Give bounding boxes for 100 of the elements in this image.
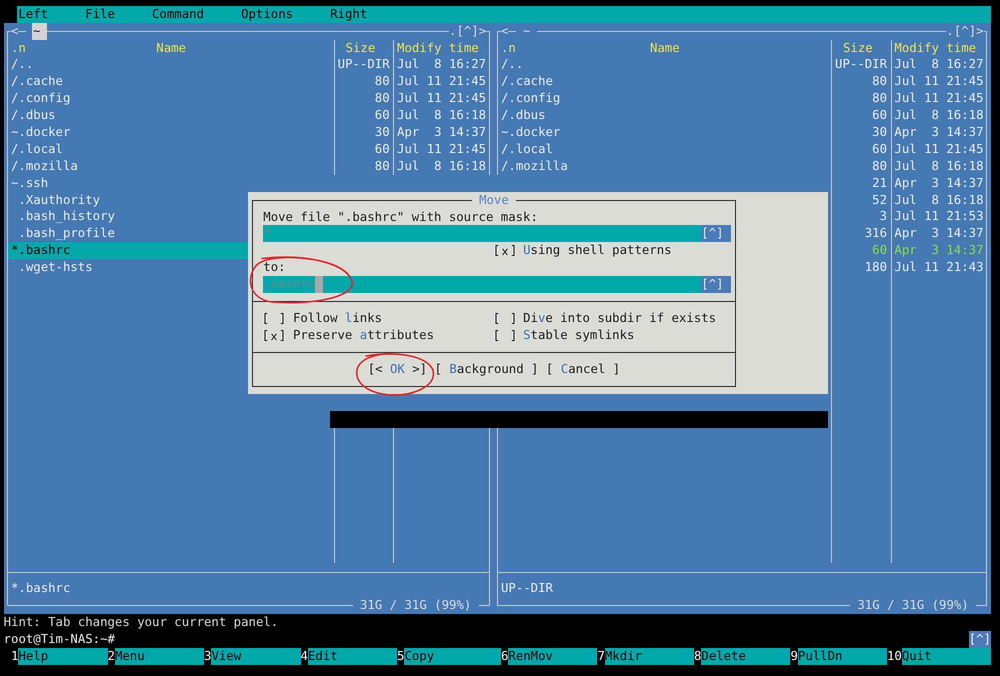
file-size: 80 [374,73,391,90]
file-size: 21 [871,174,888,192]
checkbox-option[interactable]: Using shell patterns [493,242,672,260]
field-label: Move file ".bashrc" with source mask: [263,208,538,226]
file-size: 52 [871,192,888,208]
menu-item[interactable]: Right [330,6,368,23]
file-name[interactable]: *.bashrc [8,242,248,260]
modify-time: Jul 8 16:18 [893,158,984,175]
modify-time: Jul 8 16:18 [893,192,984,208]
file-size: 60 [871,140,888,158]
menu-item[interactable]: Command [152,6,204,23]
checkbox-option[interactable]: Dive into subdir if exists [493,310,716,327]
modify-time: Jul 8 16:18 [893,107,984,124]
column-header[interactable]: Name [156,40,186,56]
file-name[interactable]: /.local [11,140,63,158]
dialog-title: Move [479,192,509,207]
modify-time: Apr 3 14:37 [396,124,488,141]
checkbox-icon[interactable] [264,330,284,341]
file-size: 80 [871,90,888,108]
file-name[interactable]: .Xauthority [18,192,100,208]
file-name[interactable]: /.cache [11,73,63,90]
modify-time: Jul 8 16:27 [396,56,488,74]
file-name[interactable]: /.cache [500,73,553,90]
file-name[interactable]: .bash_profile [18,225,115,242]
checkbox-icon[interactable] [494,330,515,341]
file-name[interactable]: /.config [500,90,560,108]
file-size: 80 [871,158,888,175]
checkbox-option[interactable]: Stable symlinks [493,326,634,344]
sort-indicator[interactable]: .n [500,40,516,56]
file-name[interactable]: /.dbus [500,107,546,124]
modify-time: Jul 11 21:45 [396,90,488,108]
menu-item[interactable]: Options [241,6,294,23]
sort-indicator[interactable]: .n [11,40,26,56]
menu-item[interactable]: File [85,6,115,23]
file-size: 80 [374,90,391,108]
file-name[interactable]: /.mozilla [11,158,78,175]
checkbox-option[interactable]: Follow links [263,310,382,327]
dialog-button[interactable]: [ Cancel ] [546,360,620,378]
checkbox-option[interactable]: Preserve attributes [263,326,434,344]
modify-time: Apr 3 14:37 [893,242,984,260]
file-size: 60 [871,107,888,124]
modify-time: Jul 11 21:45 [893,140,984,158]
text-cursor-icon [315,276,323,293]
file-size: 60 [871,242,888,260]
file-size: 3 [878,208,888,226]
file-name[interactable]: .bash_history [18,208,115,226]
file-size: UP--DIR [336,56,391,74]
column-header[interactable]: Modify time [397,40,479,56]
dialog-button[interactable]: [< OK >] [368,360,428,378]
file-size: 316 [864,225,888,242]
mini-status: UP--DIR [500,580,553,598]
file-name[interactable]: ~.docker [11,124,70,141]
file-name[interactable]: /.local [500,140,553,158]
column-header[interactable]: Modify time [894,40,976,56]
history-button[interactable]: [^] [968,631,991,648]
file-name[interactable]: /.config [11,90,70,108]
file-name[interactable]: /.mozilla [500,158,568,175]
file-name[interactable]: /.. [500,56,524,74]
file-name[interactable]: ~.ssh [11,174,48,192]
modify-time: Jul 11 21:45 [893,90,984,108]
file-size: 60 [374,107,391,124]
checkbox-icon[interactable] [264,312,284,324]
menu-item[interactable]: Left [18,6,48,23]
file-name[interactable]: /.. [11,56,34,74]
file-name[interactable]: ~.docker [500,124,560,141]
free-space-text: 31G / 31G (99%) [857,598,969,612]
modify-time: Apr 3 14:37 [893,124,984,141]
file-size: 80 [374,158,391,175]
checkbox-icon[interactable] [494,312,515,324]
file-size: 60 [374,140,391,158]
dialog-button[interactable]: [ Background ] [434,360,538,378]
modify-time: Jul 8 16:18 [396,158,488,175]
history-button[interactable]: [^] [701,225,731,242]
mini-status: *.bashrc [11,580,70,598]
column-header[interactable]: Size [842,40,873,56]
modify-time: Jul 11 21:53 [893,208,984,226]
panel-control[interactable]: [^] [456,22,479,40]
checkbox-icon[interactable] [494,245,515,256]
shell-prompt: root@Tim-NAS:~# [4,631,115,648]
file-size: 80 [871,73,888,90]
modify-time: Jul 11 21:45 [396,140,488,158]
modify-time: Jul 8 16:27 [893,56,984,74]
history-button[interactable]: [^] [701,276,731,293]
modify-time: Jul 8 16:18 [396,107,488,124]
modify-time: Apr 3 14:37 [893,174,984,192]
panel-control[interactable]: [^] [954,22,976,40]
file-size: UP--DIR [834,56,888,74]
column-header[interactable]: Name [650,40,680,56]
modify-time: Jul 11 21:45 [893,73,984,90]
modify-time: Jul 11 21:45 [396,73,488,90]
free-space-text: 31G / 31G (99%) [360,598,472,612]
modify-time: Apr 3 14:37 [893,225,984,242]
file-size: 30 [871,124,888,141]
file-name[interactable]: /.dbus [11,107,56,124]
column-header[interactable]: Size [346,40,376,56]
modify-time: Jul 11 21:43 [893,259,984,276]
file-name[interactable]: .wget-hsts [18,259,93,276]
file-size: 180 [864,259,888,276]
hint-text: Hint: Tab changes your current panel. [4,614,278,632]
file-size: 30 [374,124,391,141]
